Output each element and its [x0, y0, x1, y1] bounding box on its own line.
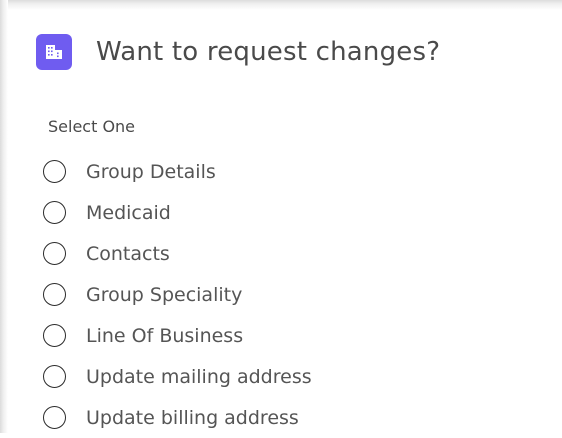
radio-button[interactable] [43, 283, 66, 306]
option-line-of-business[interactable]: Line Of Business [43, 315, 312, 356]
radio-button[interactable] [43, 324, 66, 347]
radio-button[interactable] [43, 365, 66, 388]
option-label: Update mailing address [86, 365, 312, 388]
option-medicaid[interactable]: Medicaid [43, 192, 312, 233]
radio-button[interactable] [43, 242, 66, 265]
option-update-billing-address[interactable]: Update billing address [43, 397, 312, 438]
option-group-details[interactable]: Group Details [43, 151, 312, 192]
option-update-mailing-address[interactable]: Update mailing address [43, 356, 312, 397]
radio-button[interactable] [43, 160, 66, 183]
option-contacts[interactable]: Contacts [43, 233, 312, 274]
option-label: Group Details [86, 160, 216, 183]
request-changes-card: Want to request changes? Select One Grou… [10, 10, 562, 433]
card-title: Want to request changes? [96, 37, 441, 67]
option-label: Update billing address [86, 406, 299, 429]
change-options-radio-group: Group Details Medicaid Contacts Group Sp… [43, 151, 312, 438]
building-icon-glyph [46, 45, 62, 59]
radio-button[interactable] [43, 201, 66, 224]
select-one-label: Select One [48, 117, 136, 136]
option-label: Contacts [86, 242, 170, 265]
option-group-speciality[interactable]: Group Speciality [43, 274, 312, 315]
option-label: Medicaid [86, 201, 171, 224]
building-icon [36, 34, 72, 70]
card-header: Want to request changes? [36, 34, 440, 70]
option-label: Line Of Business [86, 324, 244, 347]
option-label: Group Speciality [86, 283, 243, 306]
radio-button[interactable] [43, 406, 66, 429]
